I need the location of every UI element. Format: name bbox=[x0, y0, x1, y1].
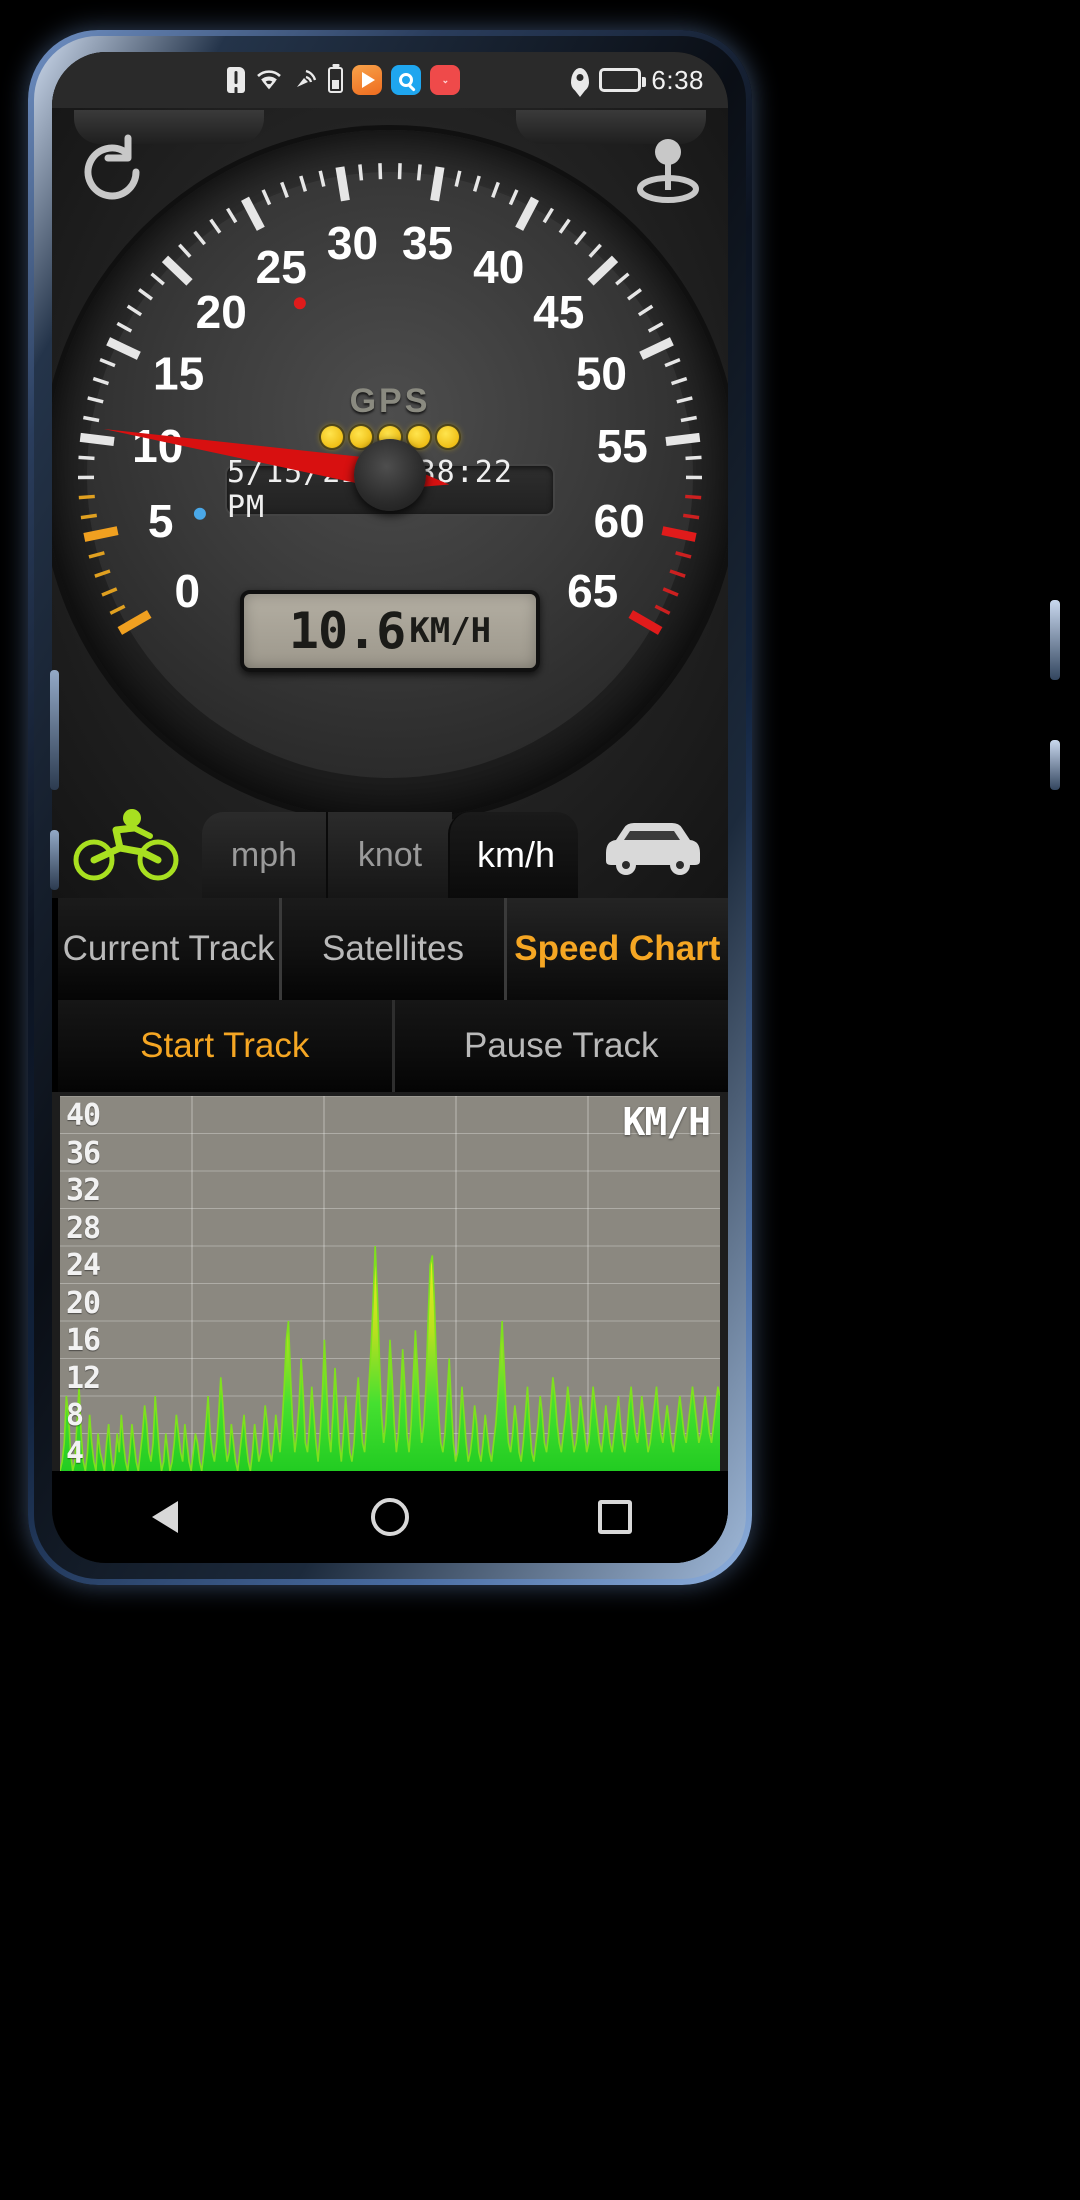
wifi-icon bbox=[254, 65, 284, 96]
unit-tab-mph[interactable]: mph bbox=[202, 812, 326, 898]
tab-satellites[interactable]: Satellites bbox=[282, 898, 507, 1000]
unit-selector-bar: mph knot km/h bbox=[52, 790, 728, 898]
status-bar-left-icons: ⌄ bbox=[116, 65, 571, 96]
chart-y-tick: 28 bbox=[66, 1210, 101, 1246]
recents-square-icon[interactable] bbox=[580, 1482, 650, 1552]
home-circle-icon[interactable] bbox=[355, 1482, 425, 1552]
search-app-icon bbox=[391, 65, 422, 95]
chart-y-tick: 24 bbox=[66, 1248, 101, 1283]
pause-track-button[interactable]: Pause Track bbox=[394, 1000, 728, 1092]
speedometer-panel: 0 5 10 15 20 25 30 35 40 45 50 55 60 65 GPS 5/15/22 6… bbox=[52, 108, 728, 898]
chart-y-tick: 36 bbox=[66, 1135, 101, 1171]
phone-frame: ⌄ 6:38 0 5 10 15 20 25 30 35 40 45 50 55… bbox=[28, 30, 752, 1585]
chart-y-tick: 8 bbox=[66, 1398, 84, 1433]
chart-y-tick: 16 bbox=[66, 1323, 101, 1358]
unit-tab-kmh[interactable]: km/h bbox=[448, 812, 578, 898]
status-bar-right: 6:38 bbox=[571, 65, 704, 96]
unit-tab-knot[interactable]: knot bbox=[326, 812, 452, 898]
phone-right-nub-2 bbox=[1050, 740, 1060, 790]
status-bar-clock: 6:38 bbox=[651, 64, 704, 95]
track-control-bar: Start Track Pause Track bbox=[52, 1000, 728, 1092]
chart-unit-label: KM/H bbox=[622, 1100, 711, 1144]
status-bar: ⌄ 6:38 bbox=[52, 52, 728, 108]
chart-y-tick: 12 bbox=[66, 1360, 101, 1396]
chart-y-tick: 4 bbox=[66, 1435, 84, 1471]
bicycle-icon[interactable] bbox=[52, 790, 202, 898]
sim-alert-icon bbox=[227, 67, 246, 93]
video-app-icon bbox=[352, 65, 383, 95]
chart-y-tick: 32 bbox=[66, 1173, 101, 1208]
shopping-app-icon: ⌄ bbox=[430, 65, 461, 95]
back-triangle-icon[interactable] bbox=[130, 1482, 200, 1552]
start-track-button[interactable]: Start Track bbox=[58, 1000, 395, 1092]
car-icon[interactable] bbox=[578, 790, 728, 898]
speed-chart-plot bbox=[60, 1096, 720, 1471]
tab-speed-chart[interactable]: Speed Chart bbox=[506, 898, 728, 1000]
location-pin-icon bbox=[571, 68, 590, 92]
speed-chart: 40 36 32 28 24 20 16 12 8 4 KM/H bbox=[60, 1096, 720, 1471]
tab-current-track[interactable]: Current Track bbox=[58, 898, 283, 1000]
unit-tabs: mph knot km/h bbox=[202, 812, 578, 898]
speedometer-dial: 0 5 10 15 20 25 30 35 40 45 50 55 60 65 GPS 5/15/22 6… bbox=[52, 130, 728, 820]
needle-hub bbox=[354, 439, 426, 511]
volume-button[interactable] bbox=[50, 670, 59, 790]
chart-y-tick: 20 bbox=[66, 1285, 101, 1321]
phone-screen-area: ⌄ 6:38 0 5 10 15 20 25 30 35 40 45 50 55… bbox=[52, 52, 728, 1563]
phone-frame-inner-bezel: ⌄ 6:38 0 5 10 15 20 25 30 35 40 45 50 55… bbox=[34, 36, 746, 1579]
main-tab-bar: Current Track Satellites Speed Chart bbox=[52, 898, 728, 1000]
screenshot-stage: ⌄ 6:38 0 5 10 15 20 25 30 35 40 45 50 55… bbox=[0, 0, 1080, 2200]
mobile-signal-icon bbox=[293, 65, 319, 96]
android-nav-bar bbox=[52, 1471, 728, 1563]
battery-icon bbox=[599, 68, 647, 92]
phone-right-nub-1 bbox=[1050, 600, 1060, 680]
power-button[interactable] bbox=[50, 830, 59, 890]
battery-small-icon bbox=[328, 67, 344, 93]
app-screen: ⌄ 6:38 0 5 10 15 20 25 30 35 40 45 50 55… bbox=[52, 52, 728, 1563]
chart-y-tick: 40 bbox=[66, 1098, 101, 1133]
